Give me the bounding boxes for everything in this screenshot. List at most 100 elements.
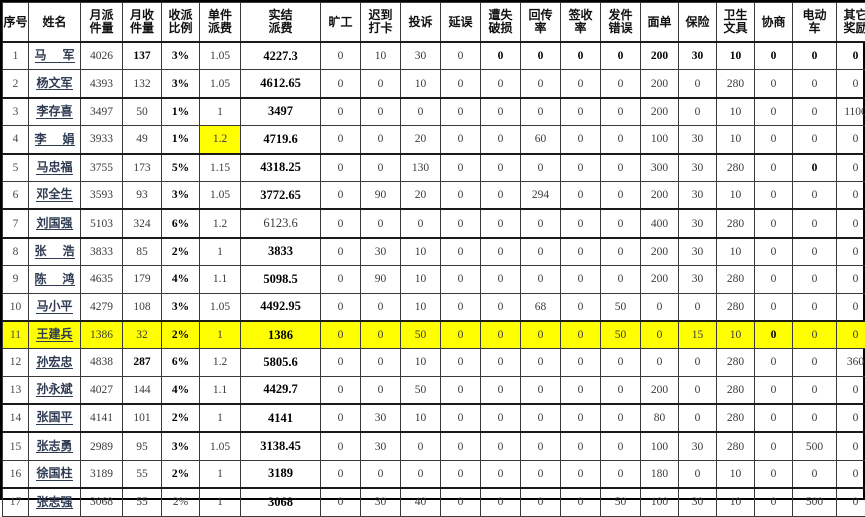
cell-late[interactable]: 30: [361, 238, 401, 266]
cell-month_send[interactable]: 3933: [81, 126, 123, 154]
cell-sign_rate[interactable]: 0: [561, 126, 601, 154]
cell-settle_fee[interactable]: 4318.25: [241, 154, 321, 182]
cell-lost[interactable]: 0: [481, 154, 521, 182]
cell-waybill[interactable]: 100: [641, 126, 679, 154]
cell-settle_fee[interactable]: 3772.65: [241, 181, 321, 209]
cell-month_send[interactable]: 4026: [81, 42, 123, 70]
cell-lost[interactable]: 0: [481, 209, 521, 237]
cell-other_bonus[interactable]: 1100: [837, 98, 865, 126]
cell-ratio[interactable]: 3%: [162, 181, 200, 209]
cell-month_recv[interactable]: 173: [123, 154, 162, 182]
table-row[interactable]: 14张国平41411012%14141030100000080028000017…: [3, 404, 865, 432]
row-index[interactable]: 1: [3, 42, 29, 70]
cell-absent[interactable]: 0: [321, 488, 361, 516]
table-row[interactable]: 5马忠福37551735%1.154318.250013000000300302…: [3, 154, 865, 182]
cell-complaint[interactable]: 10: [401, 349, 441, 376]
table-row[interactable]: 8张浩3833852%13833030100000020030100001683…: [3, 238, 865, 266]
employee-name-cell[interactable]: 张志强: [29, 488, 81, 516]
cell-month_recv[interactable]: 85: [123, 238, 162, 266]
cell-month_send[interactable]: 4635: [81, 266, 123, 293]
cell-month_recv[interactable]: 144: [123, 376, 162, 404]
cell-send_err[interactable]: 0: [601, 266, 641, 293]
cell-sign_rate[interactable]: 0: [561, 154, 601, 182]
cell-insurance[interactable]: 30: [679, 181, 717, 209]
column-header-complaint[interactable]: 投诉: [401, 3, 441, 43]
cell-return_rate[interactable]: 60: [521, 126, 561, 154]
cell-insurance[interactable]: 30: [679, 238, 717, 266]
cell-other_bonus[interactable]: 0: [837, 126, 865, 154]
cell-delay[interactable]: 0: [441, 126, 481, 154]
cell-other_bonus[interactable]: 0: [837, 70, 865, 98]
cell-stationery[interactable]: 10: [717, 488, 755, 516]
cell-sign_rate[interactable]: 0: [561, 432, 601, 460]
cell-send_err[interactable]: 0: [601, 376, 641, 404]
table-row[interactable]: 9陈鸿46351794%1.15098.50901000000200302800…: [3, 266, 865, 293]
cell-stationery[interactable]: 10: [717, 460, 755, 488]
cell-stationery[interactable]: 10: [717, 181, 755, 209]
cell-insurance[interactable]: 0: [679, 376, 717, 404]
cell-delay[interactable]: 0: [441, 181, 481, 209]
cell-insurance[interactable]: 0: [679, 404, 717, 432]
cell-negotiate[interactable]: 0: [755, 404, 793, 432]
cell-ratio[interactable]: 3%: [162, 70, 200, 98]
column-header-month_recv[interactable]: 月收件量: [123, 3, 162, 43]
cell-ratio[interactable]: 2%: [162, 404, 200, 432]
cell-negotiate[interactable]: 0: [755, 266, 793, 293]
cell-return_rate[interactable]: 0: [521, 70, 561, 98]
cell-send_err[interactable]: 0: [601, 238, 641, 266]
cell-delay[interactable]: 0: [441, 293, 481, 321]
employee-name-link[interactable]: 李存喜: [36, 105, 72, 119]
cell-insurance[interactable]: 30: [679, 432, 717, 460]
cell-late[interactable]: 30: [361, 404, 401, 432]
employee-name-link[interactable]: 李娟: [35, 133, 75, 147]
row-index[interactable]: 10: [3, 293, 29, 321]
employee-name-cell[interactable]: 徐国柱: [29, 460, 81, 488]
cell-settle_fee[interactable]: 3497: [241, 98, 321, 126]
cell-insurance[interactable]: 30: [679, 126, 717, 154]
row-index[interactable]: 17: [3, 488, 29, 516]
cell-month_send[interactable]: 3593: [81, 181, 123, 209]
table-row[interactable]: 4李娟3933491%1.24719.600200060001003010000…: [3, 126, 865, 154]
cell-delay[interactable]: 0: [441, 488, 481, 516]
cell-stationery[interactable]: 10: [717, 42, 755, 70]
cell-month_recv[interactable]: 95: [123, 432, 162, 460]
cell-return_rate[interactable]: 0: [521, 321, 561, 349]
payroll-spreadsheet[interactable]: 序号姓名月派件量月收件量收派比例单件派费实结派费旷工迟到打卡投诉延误遭失破损回传…: [0, 0, 865, 500]
cell-other_bonus[interactable]: 0: [837, 181, 865, 209]
column-header-late[interactable]: 迟到打卡: [361, 3, 401, 43]
cell-send_err[interactable]: 0: [601, 404, 641, 432]
cell-waybill[interactable]: 200: [641, 70, 679, 98]
cell-other_bonus[interactable]: 0: [837, 404, 865, 432]
cell-late[interactable]: 0: [361, 321, 401, 349]
employee-name-cell[interactable]: 张志勇: [29, 432, 81, 460]
cell-ratio[interactable]: 4%: [162, 376, 200, 404]
cell-month_send[interactable]: 4393: [81, 70, 123, 98]
cell-sign_rate[interactable]: 0: [561, 42, 601, 70]
cell-return_rate[interactable]: 68: [521, 293, 561, 321]
column-header-stationery[interactable]: 卫生文具: [717, 3, 755, 43]
cell-stationery[interactable]: 280: [717, 209, 755, 237]
cell-ebike[interactable]: 0: [793, 238, 837, 266]
cell-month_send[interactable]: 5103: [81, 209, 123, 237]
cell-month_send[interactable]: 3497: [81, 98, 123, 126]
cell-stationery[interactable]: 10: [717, 126, 755, 154]
cell-late[interactable]: 0: [361, 70, 401, 98]
cell-insurance[interactable]: 0: [679, 460, 717, 488]
cell-waybill[interactable]: 300: [641, 154, 679, 182]
row-index[interactable]: 13: [3, 376, 29, 404]
column-header-other_bonus[interactable]: 其它奖励: [837, 3, 865, 43]
cell-other_bonus[interactable]: 0: [837, 376, 865, 404]
cell-other_bonus[interactable]: 0: [837, 460, 865, 488]
cell-stationery[interactable]: 10: [717, 238, 755, 266]
column-header-ebike[interactable]: 电动车: [793, 3, 837, 43]
cell-return_rate[interactable]: 0: [521, 266, 561, 293]
employee-name-link[interactable]: 刘国强: [36, 217, 72, 231]
column-header-delay[interactable]: 延误: [441, 3, 481, 43]
column-header-idx[interactable]: 序号: [3, 3, 29, 43]
cell-sign_rate[interactable]: 0: [561, 293, 601, 321]
cell-complaint[interactable]: 0: [401, 98, 441, 126]
column-header-lost[interactable]: 遭失破损: [481, 3, 521, 43]
employee-name-link[interactable]: 马忠福: [36, 161, 72, 175]
employee-name-link[interactable]: 张志勇: [36, 440, 72, 454]
cell-insurance[interactable]: 30: [679, 488, 717, 516]
